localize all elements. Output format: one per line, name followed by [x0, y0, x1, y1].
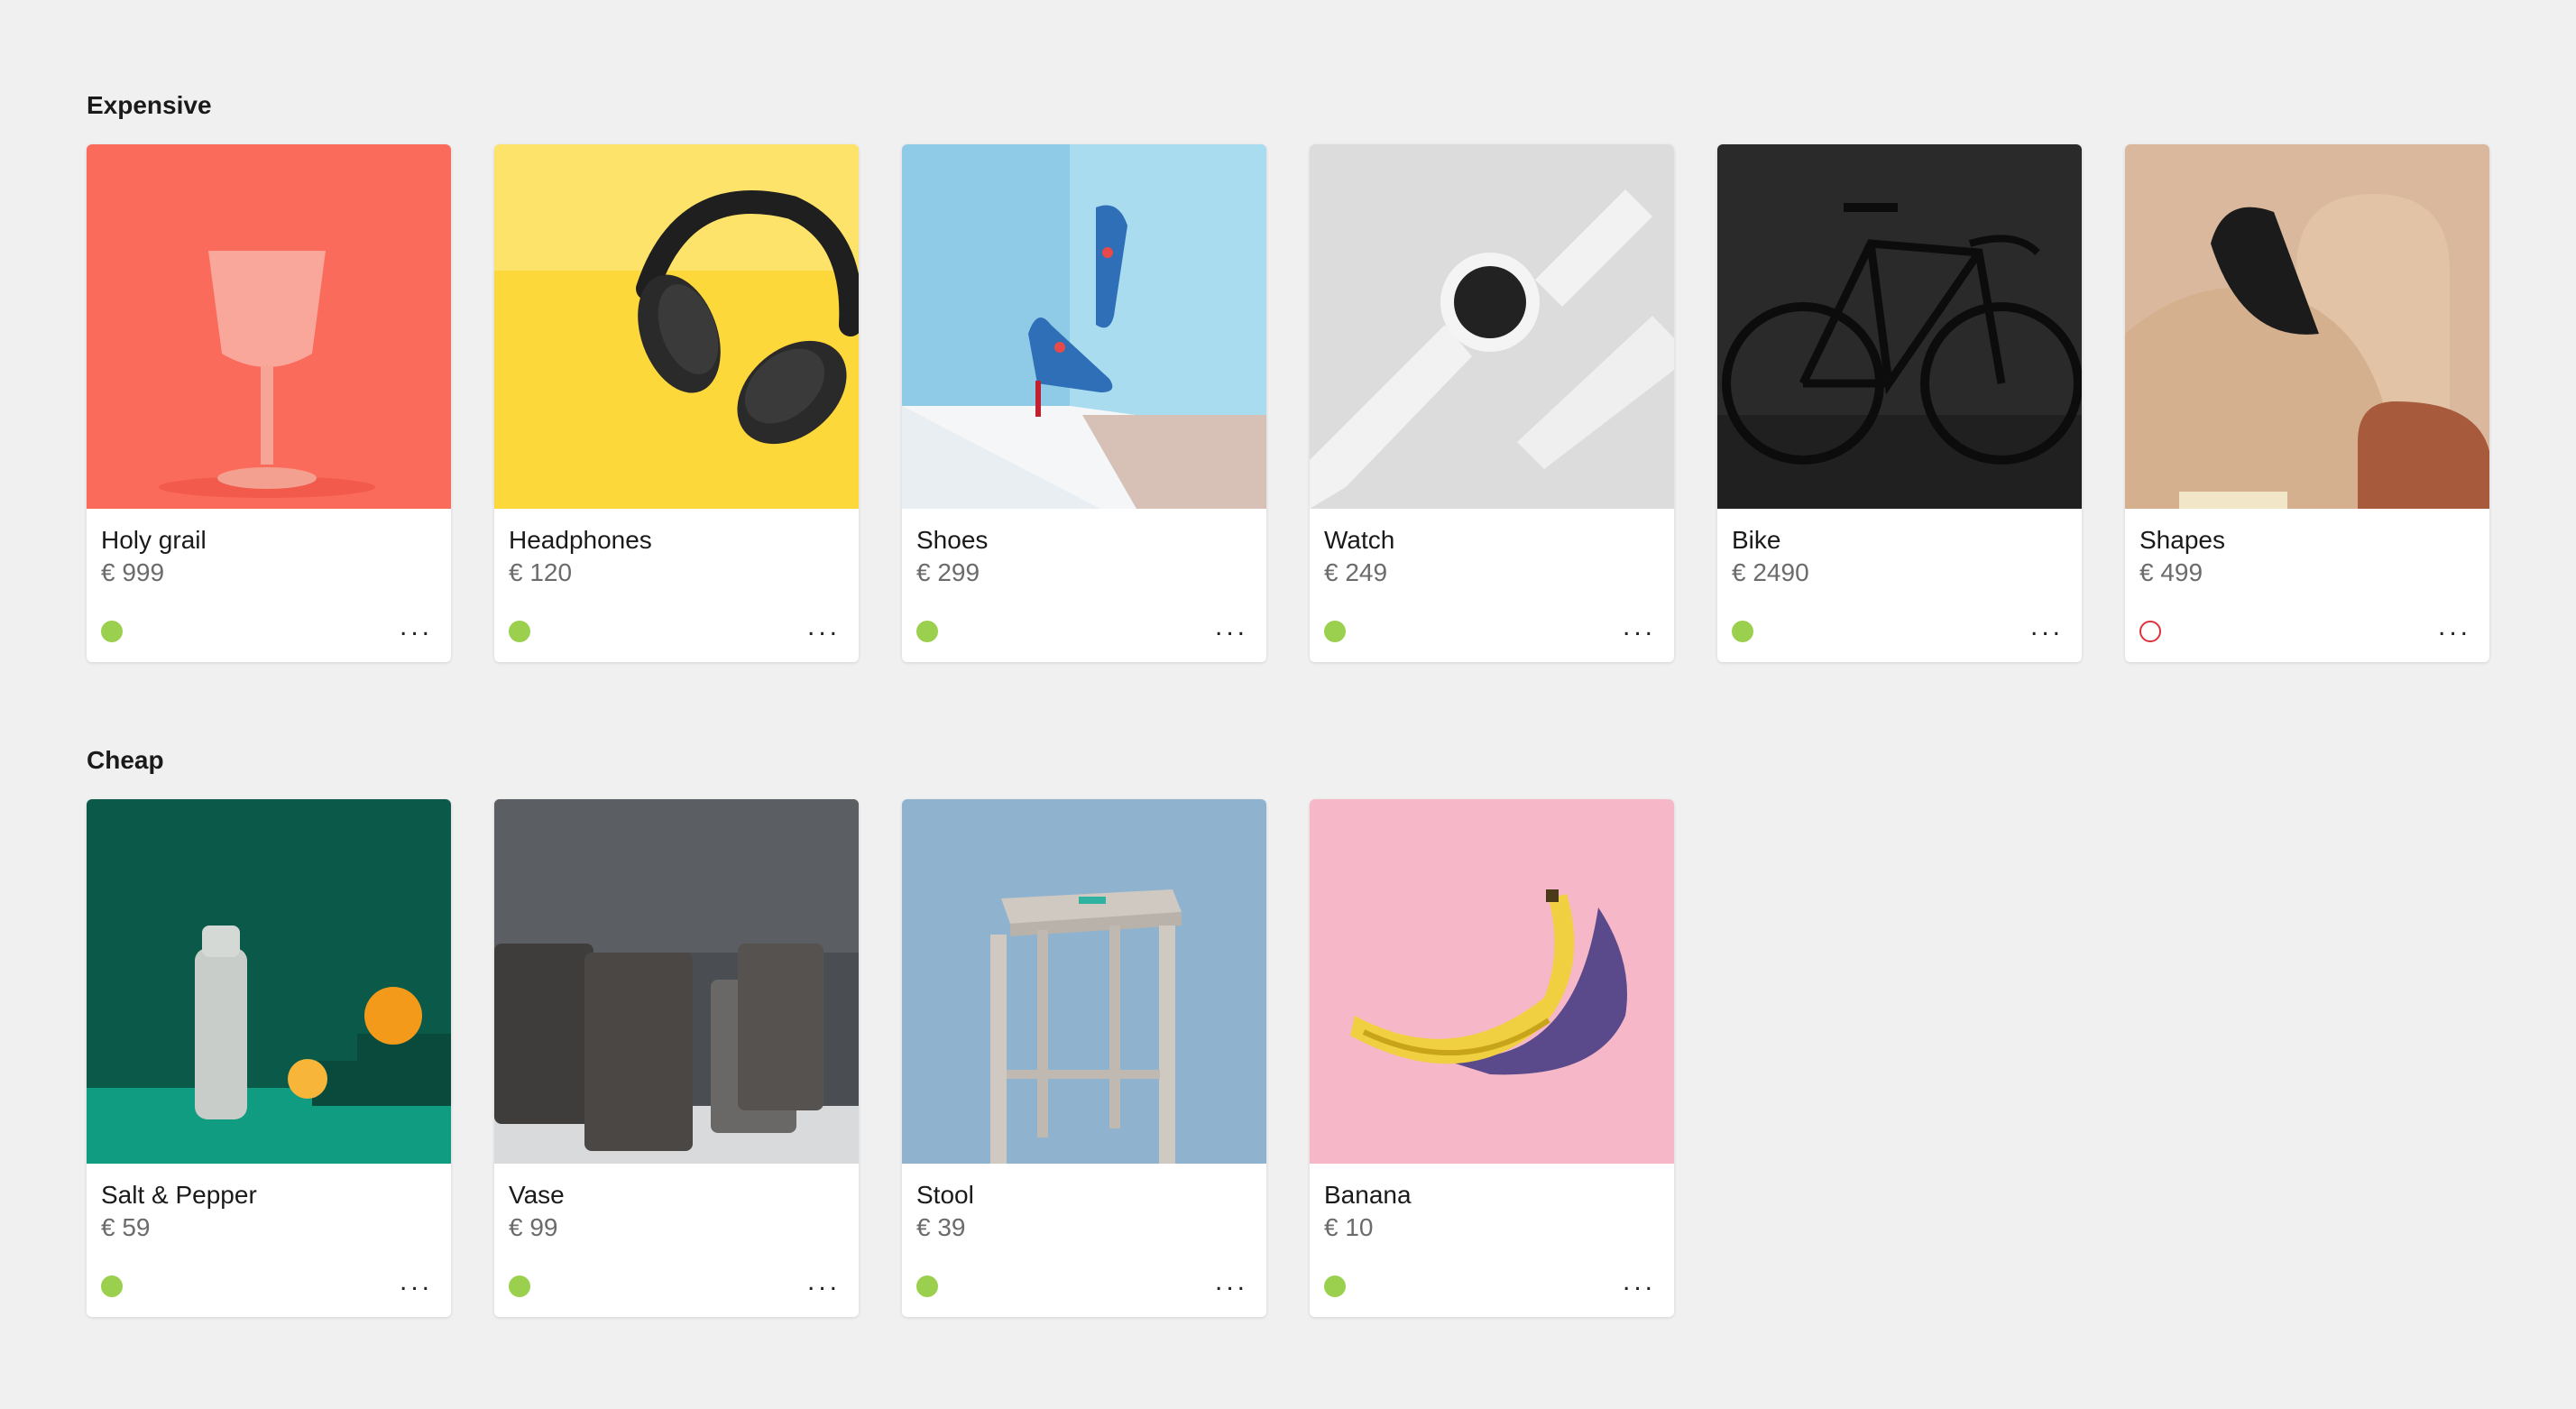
product-image-goblet: [87, 144, 451, 509]
section-title: Expensive: [87, 91, 212, 119]
product-card[interactable]: Headphones € 120 ...: [494, 144, 859, 662]
product-card[interactable]: Watch € 249 ...: [1310, 144, 1674, 662]
product-name: Headphones: [509, 526, 652, 554]
status-available-icon: [1324, 1275, 1346, 1297]
status-available-icon: [101, 1275, 123, 1297]
status-available-icon: [1324, 621, 1346, 642]
product-card[interactable]: Bike € 2490 ...: [1717, 144, 2082, 662]
product-image-vases: [494, 799, 859, 1164]
product-card[interactable]: Vase € 99 ...: [494, 799, 859, 1317]
product-card[interactable]: Shoes € 299 ...: [902, 144, 1266, 662]
product-name: Salt & Pepper: [101, 1181, 257, 1209]
status-available-icon: [509, 621, 530, 642]
status-available-icon: [1732, 621, 1753, 642]
product-card[interactable]: Holy grail € 999 ...: [87, 144, 451, 662]
status-available-icon: [916, 1275, 938, 1297]
product-price: € 499: [2139, 558, 2203, 586]
product-card[interactable]: Banana € 10 ...: [1310, 799, 1674, 1317]
product-image-headphones: [494, 144, 859, 509]
product-name: Bike: [1732, 526, 1781, 554]
product-name: Holy grail: [101, 526, 207, 554]
more-options-button[interactable]: ...: [804, 1268, 844, 1300]
product-board: Expensive Holy grail € 999 ... Headphone…: [0, 0, 2576, 1317]
product-image-shapes: [2125, 144, 2489, 509]
more-options-button[interactable]: ...: [2027, 613, 2067, 645]
more-options-button[interactable]: ...: [1211, 1268, 1252, 1300]
product-image-watch: [1310, 144, 1674, 509]
more-options-button[interactable]: ...: [1211, 613, 1252, 645]
status-available-icon: [916, 621, 938, 642]
section-expensive: Expensive Holy grail € 999 ... Headphone…: [87, 90, 2576, 662]
more-options-button[interactable]: ...: [2434, 613, 2475, 645]
status-available-icon: [509, 1275, 530, 1297]
product-price: € 999: [101, 558, 165, 586]
product-card[interactable]: Stool € 39 ...: [902, 799, 1266, 1317]
product-price: € 39: [916, 1213, 966, 1241]
product-image-shoes: [902, 144, 1266, 509]
more-options-button[interactable]: ...: [1619, 613, 1660, 645]
product-price: € 99: [509, 1213, 558, 1241]
product-image-bike: [1717, 144, 2082, 509]
product-price: € 299: [916, 558, 980, 586]
product-price: € 120: [509, 558, 573, 586]
product-card[interactable]: Shapes € 499 ...: [2125, 144, 2489, 662]
product-price: € 2490: [1732, 558, 1809, 586]
card-grid: Salt & Pepper € 59 ... Vase € 99 ... Sto…: [87, 799, 2576, 1317]
card-grid: Holy grail € 999 ... Headphones € 120 ..…: [87, 144, 2576, 662]
product-name: Vase: [509, 1181, 565, 1209]
product-name: Stool: [916, 1181, 974, 1209]
product-image-bottle: [87, 799, 451, 1164]
product-image-stool: [902, 799, 1266, 1164]
section-cheap: Cheap Salt & Pepper € 59 ... Vase € 99 .…: [87, 745, 2576, 1317]
product-price: € 59: [101, 1213, 151, 1241]
more-options-button[interactable]: ...: [804, 613, 844, 645]
product-name: Shapes: [2139, 526, 2225, 554]
product-image-banana: [1310, 799, 1674, 1164]
more-options-button[interactable]: ...: [1619, 1268, 1660, 1300]
product-name: Watch: [1324, 526, 1395, 554]
product-price: € 249: [1324, 558, 1388, 586]
product-card[interactable]: Salt & Pepper € 59 ...: [87, 799, 451, 1317]
more-options-button[interactable]: ...: [396, 613, 437, 645]
status-available-icon: [101, 621, 123, 642]
section-title: Cheap: [87, 746, 164, 774]
status-unavailable-icon: [2139, 621, 2161, 642]
product-price: € 10: [1324, 1213, 1374, 1241]
product-name: Banana: [1324, 1181, 1412, 1209]
more-options-button[interactable]: ...: [396, 1268, 437, 1300]
product-name: Shoes: [916, 526, 989, 554]
